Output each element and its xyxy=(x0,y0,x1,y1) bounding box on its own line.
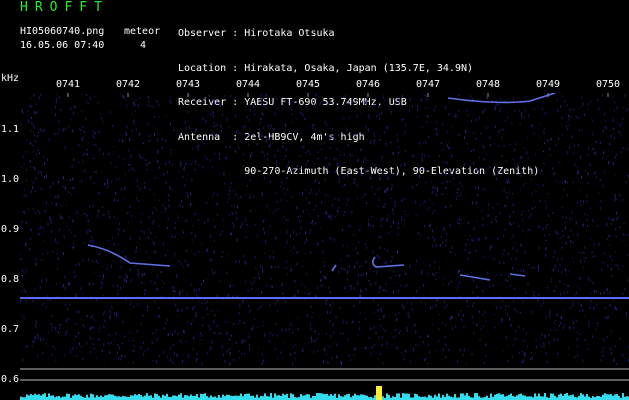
observer-line: Observer : Hirotaka Otsuka xyxy=(178,28,335,39)
y-tick-label: 1.1 xyxy=(1,124,20,135)
location-line: Location : Hirakata, Osaka, Japan (135.7… xyxy=(178,62,474,74)
x-tick-label: 0743 xyxy=(176,79,201,90)
meteor-trace xyxy=(447,93,556,104)
x-tick-label: 0746 xyxy=(356,79,381,90)
meteor-trace xyxy=(371,256,405,268)
app-brand: HROFFT xyxy=(20,0,109,15)
x-tick-label: 0742 xyxy=(116,79,141,90)
meteor-trace xyxy=(459,273,526,281)
x-tick-label: 0744 xyxy=(236,79,261,90)
y-tick-label: 1.0 xyxy=(1,174,20,185)
x-tick-label: 0748 xyxy=(476,79,501,90)
y-tick-label: 0.8 xyxy=(1,274,20,285)
x-tick-label: 0745 xyxy=(296,79,321,90)
noise-field xyxy=(20,93,629,366)
y-axis-unit: kHz xyxy=(1,73,20,84)
x-tick-label: 0749 xyxy=(536,79,561,90)
y-tick-label: 0.7 xyxy=(1,324,20,335)
meteor-label: meteor xyxy=(124,26,161,37)
x-tick-label: 0741 xyxy=(56,79,81,90)
meteor-count: 4 xyxy=(140,40,147,51)
timestamp: 16.05.06 07:40 xyxy=(20,40,105,51)
hrofft-screen: HROFFT HI05060740.png 16.05.06 07:40 met… xyxy=(0,0,629,400)
meteor-trace xyxy=(87,244,171,267)
spectrogram xyxy=(20,93,629,400)
y-tick-label: 0.9 xyxy=(1,224,20,235)
activity-histogram xyxy=(20,386,629,400)
file-name: HI05060740.png xyxy=(20,26,105,37)
y-tick-label: 0.6 xyxy=(1,374,20,385)
meteor-trace xyxy=(331,264,337,272)
x-tick-label: 0747 xyxy=(416,79,441,90)
x-tick-label: 0750 xyxy=(596,79,621,90)
